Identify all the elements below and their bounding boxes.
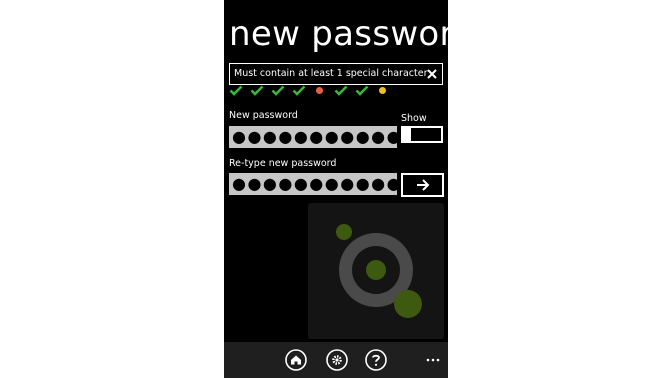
toggle-knob	[401, 126, 411, 143]
close-hint-button[interactable]	[427, 64, 437, 84]
app-bar	[224, 342, 448, 378]
requirement-unmet-dot	[316, 87, 323, 94]
retype-password-label: Re-type new password	[229, 158, 337, 169]
show-password-toggle[interactable]	[401, 126, 443, 143]
page-title: new password	[229, 14, 448, 54]
requirement-check-icon	[250, 85, 264, 96]
submit-button[interactable]	[401, 173, 444, 197]
settings-button[interactable]	[326, 349, 348, 371]
help-button[interactable]	[365, 349, 387, 371]
requirement-check-icon	[355, 85, 369, 96]
requirement-hint-banner: Must contain at least 1 special characte…	[229, 63, 443, 85]
gear-icon	[326, 349, 348, 371]
new-password-input[interactable]: ●●●●●●●●●●●	[229, 126, 397, 148]
arrow-right-icon	[416, 179, 429, 191]
requirement-partial-dot	[379, 87, 386, 94]
requirement-check-icon	[271, 85, 285, 96]
app-logo	[336, 224, 422, 318]
show-password-label: Show	[401, 113, 427, 124]
close-icon	[427, 69, 437, 79]
home-icon	[285, 349, 307, 371]
help-icon	[365, 349, 387, 371]
retype-password-input[interactable]: ●●●●●●●●●●●	[229, 173, 397, 195]
app-logo-tile	[308, 203, 444, 339]
password-requirements-indicator	[229, 85, 399, 96]
requirement-hint-text: Must contain at least 1 special characte…	[234, 68, 428, 79]
more-options-button[interactable]	[426, 347, 440, 362]
ellipsis-icon	[426, 358, 440, 362]
app-screen: new password Must contain at least 1 spe…	[224, 0, 448, 378]
requirement-check-icon	[229, 85, 243, 96]
requirement-check-icon	[292, 85, 306, 96]
home-button[interactable]	[285, 349, 307, 371]
requirement-check-icon	[334, 85, 348, 96]
new-password-label: New password	[229, 110, 298, 121]
